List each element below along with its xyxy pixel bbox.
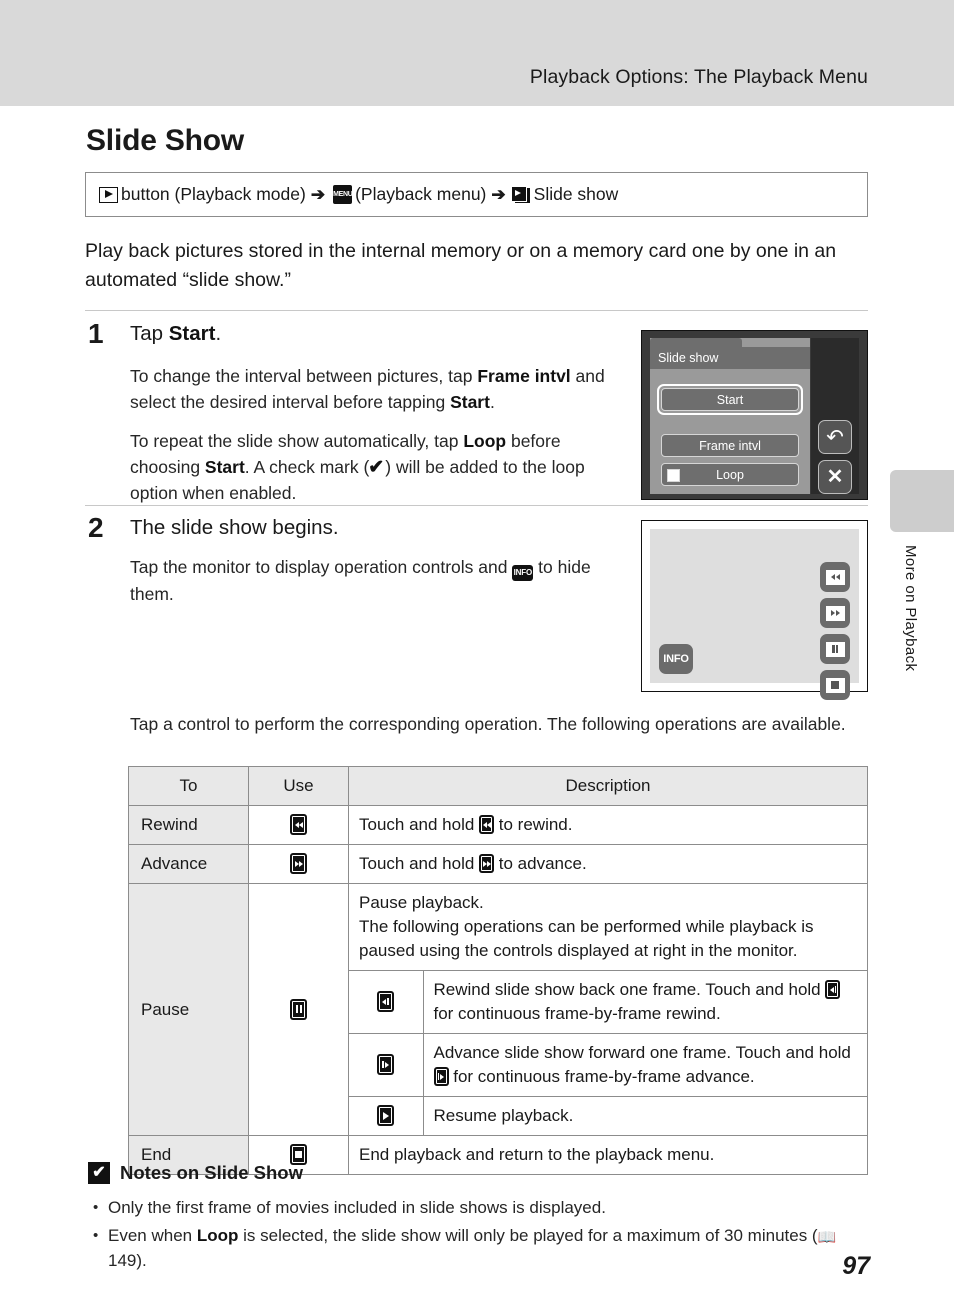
notes-list: Only the first frame of movies included … xyxy=(90,1195,870,1276)
table-row: Rewind Touch and hold to rewind. xyxy=(128,805,868,845)
pause-sub-table-cell: Rewind slide show back one frame. Touch … xyxy=(348,970,868,1136)
arrow-right-icon-2: ➔ xyxy=(491,184,506,204)
step-2-body: Tap the monitor to display operation con… xyxy=(130,554,610,607)
screen1-menu-area: Slide show Start Frame intvl Loop xyxy=(650,338,810,494)
screen1-title: Slide show xyxy=(650,347,810,369)
sub-row-text-resume: Resume playback. xyxy=(422,1096,867,1135)
row-label-rewind: Rewind xyxy=(128,805,249,845)
step-1-heading-bold: Start xyxy=(168,322,216,345)
section-tab-label: More on Playback xyxy=(902,545,919,672)
arrow-right-icon-1: ➔ xyxy=(310,184,326,204)
check-mark-icon xyxy=(368,455,385,481)
step-1-heading-prefix: Tap xyxy=(130,322,169,345)
list-item: Even when Loop is selected, the slide sh… xyxy=(90,1223,870,1273)
screen1-tab-notch xyxy=(650,338,742,347)
rewind-key-icon xyxy=(248,805,349,845)
screen2-monitor-area: INFO xyxy=(650,529,859,700)
sub-row-frame-rewind: Rewind slide show back one frame. Touch … xyxy=(349,971,867,1034)
pause-icon[interactable] xyxy=(820,634,850,664)
pause-glyph xyxy=(825,641,845,657)
table-row-pause-intro: Pause Pause playback. The following oper… xyxy=(128,883,868,1136)
command-path-box: button (Playback mode) ➔ MENU (Playback … xyxy=(85,172,868,217)
pause-intro-line-1: Pause playback. xyxy=(359,893,484,912)
notes-heading: ✔ Notes on Slide Show xyxy=(88,1162,303,1184)
close-icon[interactable]: ✕ xyxy=(818,460,852,494)
page-number: 97 xyxy=(842,1252,870,1280)
step-2-heading: The slide show begins. xyxy=(130,516,339,539)
screen1-side-panel: ↶ ✕ xyxy=(811,338,859,494)
manual-reference-icon xyxy=(818,1225,837,1250)
row-label-pause: Pause xyxy=(128,883,249,1136)
pause-key-icon xyxy=(248,883,349,1136)
table-lead-paragraph: Tap a control to perform the correspondi… xyxy=(130,714,846,734)
step-1-paragraph-1: To change the interval between pictures,… xyxy=(130,366,605,412)
screen1-loop-button[interactable]: Loop xyxy=(661,463,799,486)
stop-icon[interactable] xyxy=(820,670,850,700)
menu-button-icon: MENU xyxy=(333,185,353,204)
screen1-frame-intvl-button[interactable]: Frame intvl xyxy=(661,434,799,457)
command-path-text-1: button (Playback mode) xyxy=(121,184,306,204)
column-header-use: Use xyxy=(248,766,349,806)
pause-sub-table: Rewind slide show back one frame. Touch … xyxy=(349,971,867,1135)
frame-rewind-key-icon xyxy=(349,971,424,1034)
column-header-to: To xyxy=(128,766,249,806)
stop-glyph xyxy=(825,677,845,693)
info-button-icon: INFO xyxy=(512,565,534,581)
frame-rewind-key-icon-inline xyxy=(825,980,841,999)
command-path-text-2: (Playback menu) xyxy=(355,184,487,204)
row-description-advance: Touch and hold to advance. xyxy=(348,844,868,884)
pause-intro-line-2: The following operations can be performe… xyxy=(359,917,814,960)
camera-screen-slide-show-playing: INFO xyxy=(641,520,868,700)
table-header-row: To Use Description xyxy=(128,766,868,806)
divider-above-step-1 xyxy=(85,310,868,311)
caution-check-icon: ✔ xyxy=(88,1162,110,1184)
step-1-heading-suffix: . xyxy=(215,322,222,345)
step-2-paragraph: Tap the monitor to display operation con… xyxy=(130,557,591,604)
row-description-rewind: Touch and hold to rewind. xyxy=(348,805,868,845)
back-icon[interactable]: ↶ xyxy=(818,420,852,454)
section-tab-marker xyxy=(890,470,954,532)
step-1-body: To change the interval between pictures,… xyxy=(130,363,610,506)
rewind-icon[interactable] xyxy=(820,562,850,592)
advance-glyph xyxy=(825,605,845,621)
screen1-loop-checkbox[interactable] xyxy=(667,469,680,482)
sub-row-text-frame-advance: Advance slide show forward one frame. To… xyxy=(422,1033,867,1097)
frame-advance-key-icon xyxy=(349,1033,424,1097)
slide-show-icon xyxy=(510,186,530,203)
playback-button-icon xyxy=(99,186,118,203)
rewind-glyph xyxy=(825,569,845,585)
column-header-description: Description xyxy=(348,766,868,806)
operations-table: To Use Description Rewind Touch and hold… xyxy=(128,766,868,1175)
rewind-key-icon-inline xyxy=(479,815,495,834)
step-1-paragraph-2: To repeat the slide show automatically, … xyxy=(130,428,610,506)
info-icon[interactable]: INFO xyxy=(659,644,693,674)
advance-key-icon-inline xyxy=(479,854,495,873)
row-description-end: End playback and return to the playback … xyxy=(348,1135,868,1175)
table-row: Advance Touch and hold to advance. xyxy=(128,844,868,884)
notes-heading-text: Notes on Slide Show xyxy=(120,1162,303,1183)
list-item: Only the first frame of movies included … xyxy=(90,1195,870,1220)
frame-advance-key-icon-inline xyxy=(433,1067,449,1086)
running-header-band xyxy=(0,0,954,106)
screen1-loop-label: Loop xyxy=(716,467,744,482)
advance-key-icon xyxy=(248,844,349,884)
step-1-number: 1 xyxy=(88,318,104,349)
row-description-pause: Pause playback. The following operations… xyxy=(348,883,868,971)
resume-play-key-icon xyxy=(349,1096,424,1135)
camera-screen-slide-show-menu: Slide show Start Frame intvl Loop ↶ ✕ xyxy=(641,330,868,500)
page-title: Slide Show xyxy=(86,124,245,157)
command-path-text-3: Slide show xyxy=(533,184,619,204)
intro-paragraph: Play back pictures stored in the interna… xyxy=(85,240,837,291)
step-2-number: 2 xyxy=(88,512,104,543)
sub-row-frame-advance: Advance slide show forward one frame. To… xyxy=(349,1033,867,1097)
sub-row-text-frame-rewind: Rewind slide show back one frame. Touch … xyxy=(422,971,867,1034)
step-1-heading: Tap Start. xyxy=(130,322,221,346)
sub-row-resume: Resume playback. xyxy=(349,1096,867,1135)
advance-icon[interactable] xyxy=(820,598,850,628)
screen1-start-button[interactable]: Start xyxy=(661,388,799,411)
running-header-title: Playback Options: The Playback Menu xyxy=(529,66,868,88)
row-label-advance: Advance xyxy=(128,844,249,884)
